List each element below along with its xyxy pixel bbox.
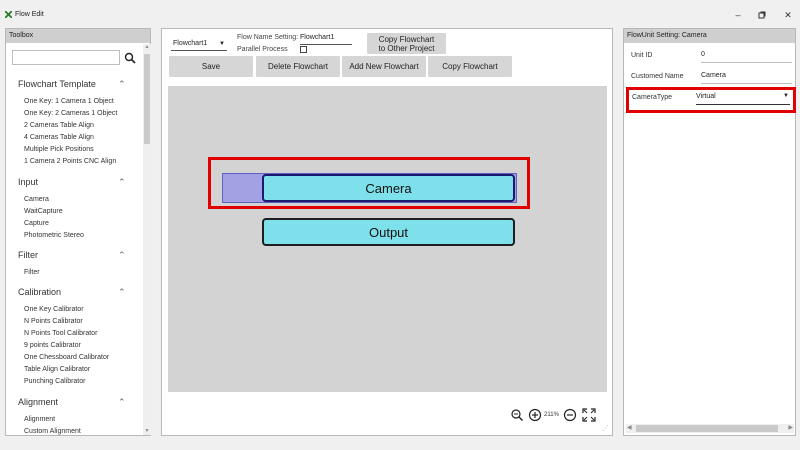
flowchart-canvas[interactable]: Camera Output	[168, 86, 607, 392]
customed-name-field[interactable]: Camera	[701, 72, 792, 84]
toolbox-item[interactable]: N Points Tool Calibrator	[24, 330, 97, 337]
toolbox-item[interactable]: Filter	[24, 269, 40, 276]
title-bar: Flow Edit – ✕	[0, 0, 800, 28]
flowunit-setting-header: FlowUnit Setting: Camera	[624, 29, 795, 43]
flowunit-setting-panel: FlowUnit Setting: Camera Unit ID 0 Custo…	[623, 28, 796, 436]
chevron-down-icon: ▼	[783, 93, 789, 99]
zoom-in-icon[interactable]	[528, 408, 542, 422]
camera-type-value: Virtual	[696, 93, 716, 100]
copy-to-other-line1: Copy Flowchart	[378, 34, 435, 44]
toolbox-item[interactable]: 2 Cameras Table Align	[24, 122, 94, 129]
category-input[interactable]: Input	[18, 177, 38, 187]
scroll-up-icon[interactable]: ▲	[144, 44, 150, 51]
toolbox-item[interactable]: Alignment	[24, 416, 55, 423]
output-node[interactable]: Output	[262, 218, 515, 246]
flowchart-editor: Flowchart1 ▼ Flow Name Setting: Flowchar…	[161, 28, 613, 436]
flowchart-select-value: Flowchart1	[173, 40, 208, 47]
toolbox-item[interactable]: Custom Alignment	[24, 428, 81, 435]
camera-node[interactable]: Camera	[262, 174, 515, 202]
toolbox-item[interactable]: One Key: 2 Cameras 1 Object	[24, 110, 117, 117]
toolbox-item[interactable]: N Points Calibrator	[24, 318, 83, 325]
toolbox-panel: Toolbox ▲ ▼ Flowchart Template ⌃ One Key…	[5, 28, 151, 436]
unit-id-field[interactable]: 0	[701, 51, 792, 63]
toolbox-item[interactable]: One Chessboard Calibrator	[24, 354, 109, 361]
parallel-process-checkbox[interactable]	[300, 46, 307, 53]
toolbox-item[interactable]: One Key Calibrator	[24, 306, 84, 313]
toolbox-item[interactable]: Multiple Pick Positions	[24, 146, 94, 153]
toolbox-item[interactable]: 1 Camera 2 Points CNC Align	[24, 158, 116, 165]
scrollbar-thumb[interactable]	[144, 54, 150, 144]
zoom-level: 211%	[544, 412, 559, 418]
toolbox-item[interactable]: Table Align Calibrator	[24, 366, 90, 373]
chevron-up-icon[interactable]: ⌃	[118, 79, 126, 90]
parallel-process-label: Parallel Process	[237, 46, 288, 53]
toolbox-header: Toolbox	[6, 29, 150, 43]
unit-id-label: Unit ID	[631, 52, 653, 59]
toolbox-item[interactable]: Punching Calibrator	[24, 378, 85, 385]
toolbox-item[interactable]: Camera	[24, 196, 49, 203]
scrollbar-thumb[interactable]	[636, 425, 778, 432]
camera-type-label: CameraType	[632, 94, 673, 101]
customed-name-label: Customed Name	[631, 73, 684, 80]
scroll-down-icon[interactable]: ▼	[144, 428, 150, 435]
toolbox-item[interactable]: One Key: 1 Camera 1 Object	[24, 98, 114, 105]
chevron-up-icon[interactable]: ⌃	[118, 177, 126, 188]
category-alignment[interactable]: Alignment	[18, 397, 58, 407]
chevron-up-icon[interactable]: ⌃	[118, 250, 126, 261]
fullscreen-icon[interactable]	[582, 408, 596, 422]
flowchart-select[interactable]: Flowchart1 ▼	[171, 37, 227, 51]
zoom-out-icon[interactable]	[563, 408, 577, 422]
chevron-up-icon[interactable]: ⌃	[118, 397, 126, 408]
app-icon	[5, 11, 12, 18]
toolbox-scrollbar[interactable]: ▲ ▼	[143, 44, 151, 435]
toolbox-item[interactable]: Capture	[24, 220, 49, 227]
flow-name-label: Flow Name Setting:	[237, 34, 299, 41]
copy-to-other-line2: to Other Project	[378, 43, 435, 53]
copy-to-other-project-button[interactable]: Copy Flowchart to Other Project	[367, 33, 446, 54]
scroll-left-icon[interactable]: ◀	[627, 424, 632, 433]
add-new-flowchart-button[interactable]: Add New Flowchart	[342, 56, 426, 77]
toolbox-item[interactable]: Photometric Stereo	[24, 232, 84, 239]
toolbox-item[interactable]: 9 points Calibrator	[24, 342, 81, 349]
scroll-right-icon[interactable]: ▶	[788, 424, 793, 433]
category-filter[interactable]: Filter	[18, 250, 38, 260]
toolbox-search-input[interactable]	[12, 50, 120, 65]
camera-type-select[interactable]: Virtual ▼	[696, 93, 790, 105]
category-calibration[interactable]: Calibration	[18, 287, 61, 297]
chevron-up-icon[interactable]: ⌃	[118, 287, 126, 298]
search-icon[interactable]	[123, 51, 137, 65]
resize-grip-icon[interactable]: ⋰	[602, 424, 609, 432]
category-flowchart-template[interactable]: Flowchart Template	[18, 79, 96, 89]
flow-name-input[interactable]: Flowchart1	[300, 34, 352, 45]
toolbox-item[interactable]: 4 Cameras Table Align	[24, 134, 94, 141]
save-button[interactable]: Save	[169, 56, 253, 77]
maximize-icon	[758, 11, 766, 19]
delete-flowchart-button[interactable]: Delete Flowchart	[256, 56, 340, 77]
close-button[interactable]: ✕	[781, 8, 795, 22]
maximize-button[interactable]	[755, 8, 769, 22]
window-title: Flow Edit	[15, 11, 44, 18]
minimize-button[interactable]: –	[731, 8, 745, 22]
copy-flowchart-button[interactable]: Copy Flowchart	[428, 56, 512, 77]
properties-scrollbar[interactable]: ◀ ▶	[626, 424, 794, 433]
chevron-down-icon: ▼	[219, 41, 225, 47]
zoom-fit-icon[interactable]	[510, 408, 524, 422]
toolbox-item[interactable]: WaitCapture	[24, 208, 63, 215]
